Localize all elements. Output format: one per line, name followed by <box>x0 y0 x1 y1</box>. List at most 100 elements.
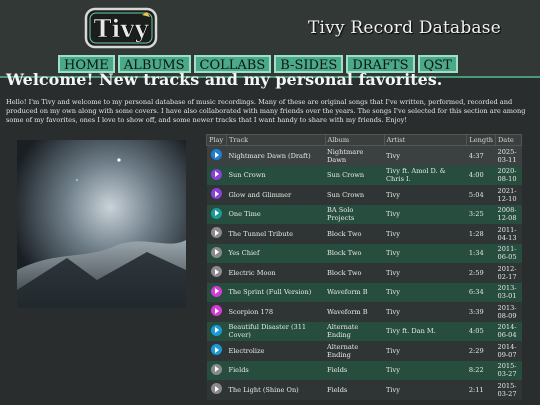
table-row[interactable]: The Tunnel Tribute Block Two Tivy 1:28 2011-… <box>206 224 522 244</box>
play-icon[interactable] <box>211 207 222 219</box>
play-icon[interactable] <box>211 149 222 161</box>
play-icon[interactable] <box>211 363 222 375</box>
table-row[interactable]: Beautiful Disaster (311 Cover) Alternate … <box>206 321 522 341</box>
play-cell <box>206 302 227 322</box>
table-row[interactable]: Electrolize Alternate Ending Tivy 2:29 2014-… <box>206 341 522 361</box>
track-album-cell: Block Two <box>325 224 385 244</box>
track-date-cell: 2020-08-10 <box>495 165 522 185</box>
play-cell <box>206 380 227 400</box>
header-album[interactable]: Album <box>324 134 385 146</box>
track-album-cell: Waveform B <box>325 302 385 322</box>
table-row[interactable]: The Light (Shine On) Fields Tivy 2:11 2015-0… <box>206 380 522 400</box>
play-icon[interactable] <box>211 168 222 180</box>
track-track-cell: Yes Chief <box>226 243 326 263</box>
play-cell <box>206 145 227 166</box>
table-row[interactable]: Nightmare Dawn (Draft) Nightmare Dawn Tivy… <box>206 145 522 166</box>
table-row[interactable]: The Sprint (Full Version) Waveform B Tivy 6… <box>206 282 522 302</box>
table-row[interactable]: Sun Crown Sun Crown Tivy ft. Amol D. & Chr… <box>206 165 522 185</box>
site-title: Tivy Record Database <box>308 18 501 38</box>
track-album-cell: Nightmare Dawn <box>325 145 385 166</box>
track-length-cell: 1:34 <box>466 243 496 263</box>
header-artist[interactable]: Artist <box>383 134 468 146</box>
table-row[interactable]: Fields Fields Tivy 8:22 2015-03-27 <box>206 360 522 380</box>
track-date-cell: 2013-03-01 <box>495 282 522 302</box>
track-table: Play Track Album Artist Length Date Nigh… <box>206 134 522 400</box>
play-icon[interactable] <box>211 324 222 336</box>
track-album-cell: Sun Crown <box>325 185 385 205</box>
table-row[interactable]: Glow and Glimmer Sun Crown Tivy 5:04 2021-12… <box>206 185 522 205</box>
track-artist-cell: Tivy ft. Amol D. & Chris I. <box>384 165 467 185</box>
play-cell <box>206 321 227 341</box>
track-track-cell: One Time <box>226 204 326 224</box>
play-icon[interactable] <box>211 227 222 239</box>
track-length-cell: 3:25 <box>466 204 496 224</box>
play-cell <box>206 282 227 302</box>
track-artist-cell: Tivy <box>384 224 467 244</box>
track-album-cell: Fields <box>325 360 385 380</box>
table-row[interactable]: Scorpion 178 Waveform B Tivy 3:39 2013-08-09 <box>206 302 522 322</box>
header-track[interactable]: Track <box>226 134 326 146</box>
play-cell <box>206 360 227 380</box>
track-length-cell: 3:39 <box>466 302 496 322</box>
play-cell <box>206 224 227 244</box>
play-cell <box>206 165 227 185</box>
play-icon[interactable] <box>211 383 222 395</box>
track-artist-cell: Tivy <box>384 243 467 263</box>
featured-album-art <box>17 140 186 308</box>
track-date-cell: 2011-06-05 <box>495 243 522 263</box>
track-artist-cell: Tivy <box>384 145 467 166</box>
table-row[interactable]: One Time BA Solo Projects Tivy 3:25 2008-12-… <box>206 204 522 224</box>
track-track-cell: Sun Crown <box>226 165 326 185</box>
play-cell <box>206 263 227 283</box>
track-track-cell: The Tunnel Tribute <box>226 224 326 244</box>
play-icon[interactable] <box>211 188 222 200</box>
svg-text:Tivy: Tivy <box>94 14 150 43</box>
table-row[interactable]: Yes Chief Block Two Tivy 1:34 2011-06-05 <box>206 243 522 263</box>
play-cell <box>206 243 227 263</box>
track-album-cell: Waveform B <box>325 282 385 302</box>
track-artist-cell: Tivy ft. Dan M. <box>384 321 467 341</box>
play-icon[interactable] <box>211 246 222 258</box>
track-date-cell: 2008-12-08 <box>495 204 522 224</box>
track-artist-cell: Tivy <box>384 341 467 361</box>
header-play[interactable]: Play <box>206 134 227 146</box>
track-length-cell: 5:04 <box>466 185 496 205</box>
track-track-cell: Electrolize <box>226 341 326 361</box>
track-album-cell: Block Two <box>325 243 385 263</box>
track-date-cell: 2011-04-13 <box>495 224 522 244</box>
track-length-cell: 1:28 <box>466 224 496 244</box>
track-date-cell: 2015-03-27 <box>495 360 522 380</box>
track-artist-cell: Tivy <box>384 263 467 283</box>
play-cell <box>206 204 227 224</box>
track-date-cell: 2013-08-09 <box>495 302 522 322</box>
play-icon[interactable] <box>211 305 222 317</box>
table-row[interactable]: Electric Moon Block Two Tivy 2:59 2012-02-17 <box>206 263 522 283</box>
play-icon[interactable] <box>211 344 222 356</box>
header-date[interactable]: Date <box>495 134 522 146</box>
track-date-cell: 2012-02-17 <box>495 263 522 283</box>
track-track-cell: The Light (Shine On) <box>226 380 326 400</box>
track-track-cell: Electric Moon <box>226 263 326 283</box>
header-length[interactable]: Length <box>466 134 496 146</box>
track-length-cell: 6:34 <box>466 282 496 302</box>
play-icon[interactable] <box>211 266 222 278</box>
track-album-cell: BA Solo Projects <box>325 204 385 224</box>
logo-icon[interactable]: Tivy <box>84 6 158 50</box>
track-album-cell: Alternate Ending <box>325 341 385 361</box>
track-length-cell: 4:00 <box>466 165 496 185</box>
track-track-cell: The Sprint (Full Version) <box>226 282 326 302</box>
track-track-cell: Scorpion 178 <box>226 302 326 322</box>
track-album-cell: Block Two <box>325 263 385 283</box>
track-length-cell: 2:29 <box>466 341 496 361</box>
play-icon[interactable] <box>211 285 222 297</box>
table-header-row: Play Track Album Artist Length Date <box>206 134 522 146</box>
track-date-cell: 2015-03-27 <box>495 380 522 400</box>
track-track-cell: Nightmare Dawn (Draft) <box>226 145 326 166</box>
play-cell <box>206 185 227 205</box>
track-album-cell: Alternate Ending <box>325 321 385 341</box>
track-track-cell: Glow and Glimmer <box>226 185 326 205</box>
track-artist-cell: Tivy <box>384 360 467 380</box>
track-date-cell: 2014-06-04 <box>495 321 522 341</box>
track-artist-cell: Tivy <box>384 185 467 205</box>
track-date-cell: 2014-09-07 <box>495 341 522 361</box>
